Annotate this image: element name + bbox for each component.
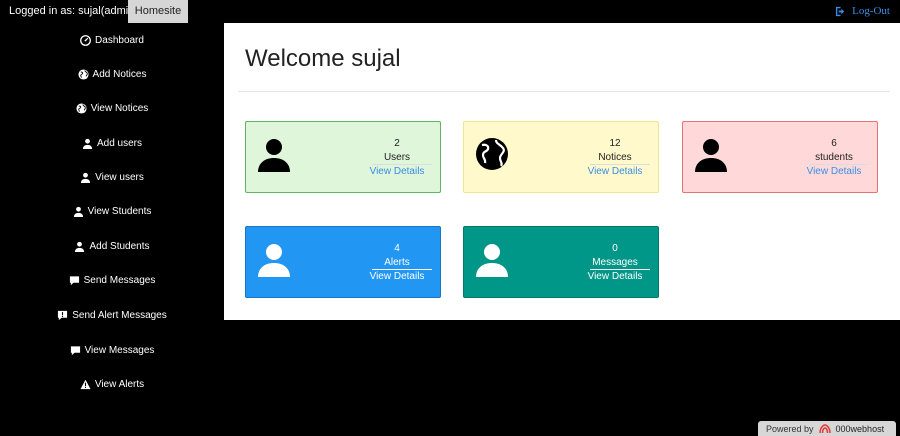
sidebar-item-send-messages[interactable]: Send Messages bbox=[0, 270, 224, 290]
sidebar-item-view-notices[interactable]: View Notices bbox=[0, 98, 224, 118]
messages-label: Messages bbox=[592, 257, 638, 268]
user-icon bbox=[81, 172, 91, 183]
messages-count: 0 bbox=[612, 243, 618, 254]
sidebar-item-add-users[interactable]: Add users bbox=[0, 133, 224, 153]
logout-label: Log-Out bbox=[852, 5, 890, 17]
sidebar-item-add-students[interactable]: Add Students bbox=[0, 236, 224, 256]
divider bbox=[809, 164, 869, 165]
users-count: 2 bbox=[394, 138, 400, 149]
divider bbox=[590, 164, 650, 165]
sidebar-item-label: Add Students bbox=[89, 240, 150, 252]
powered-by-label: Powered by bbox=[766, 423, 814, 434]
globe-icon bbox=[476, 138, 508, 170]
users-label: Users bbox=[383, 152, 411, 163]
homesite-button[interactable]: Homesite bbox=[128, 0, 188, 23]
top-bar: Logged in as: sujal(admin) Homesite Log-… bbox=[0, 0, 900, 23]
comment-icon bbox=[69, 275, 79, 285]
students-label: students bbox=[815, 152, 853, 163]
messages-view-details-link[interactable]: View Details bbox=[580, 271, 650, 282]
webhost-logo-icon bbox=[818, 423, 831, 433]
user-icon bbox=[73, 206, 83, 217]
divider bbox=[238, 91, 890, 92]
sidebar-item-view-alerts[interactable]: View Alerts bbox=[0, 374, 224, 394]
alerts-card: 4 Alerts View Details bbox=[245, 226, 441, 298]
sidebar-item-send-alert-messages[interactable]: Send Alert Messages bbox=[0, 305, 224, 325]
user-icon bbox=[258, 244, 290, 277]
sidebar-item-label: Send Messages bbox=[83, 274, 156, 286]
sidebar: Dashboard Add Notices View Notices Add u… bbox=[0, 23, 224, 436]
sidebar-item-label: Dashboard bbox=[95, 34, 144, 46]
divider bbox=[372, 164, 432, 165]
user-icon bbox=[75, 241, 85, 252]
notices-card: 12 Notices View Details bbox=[463, 121, 659, 193]
notices-label: Notices bbox=[598, 152, 632, 163]
divider bbox=[590, 269, 650, 270]
sidebar-item-label: View Alerts bbox=[94, 378, 145, 390]
sidebar-item-view-users[interactable]: View users bbox=[0, 167, 224, 187]
sidebar-item-label: View Students bbox=[87, 205, 152, 217]
students-count: 6 bbox=[831, 138, 837, 149]
sidebar-item-label: View Messages bbox=[84, 344, 155, 356]
sidebar-item-add-notices[interactable]: Add Notices bbox=[0, 64, 224, 84]
users-card: 2 Users View Details bbox=[245, 121, 441, 193]
brand-label: 000webhost bbox=[835, 423, 885, 434]
powered-by-badge[interactable]: Powered by 000webhost bbox=[758, 421, 896, 436]
user-icon bbox=[476, 244, 508, 277]
notices-count: 12 bbox=[609, 138, 621, 149]
page-title: Welcome sujal bbox=[245, 45, 401, 72]
alerts-label: Alerts bbox=[384, 257, 410, 268]
messages-card: 0 Messages View Details bbox=[463, 226, 659, 298]
user-icon bbox=[695, 139, 727, 172]
alert-comment-icon bbox=[58, 310, 68, 320]
main-content: Welcome sujal 2 Users View Details 12 No… bbox=[224, 23, 900, 320]
globe-icon bbox=[77, 68, 89, 80]
user-icon bbox=[258, 139, 290, 172]
students-view-details-link[interactable]: View Details bbox=[799, 166, 869, 177]
logout-link[interactable]: Log-Out bbox=[835, 5, 890, 17]
comment-icon bbox=[70, 345, 80, 355]
dashboard-icon bbox=[80, 34, 91, 46]
sidebar-item-label: Add users bbox=[96, 137, 143, 149]
sidebar-item-label: View Notices bbox=[90, 102, 149, 114]
users-view-details-link[interactable]: View Details bbox=[362, 166, 432, 177]
sidebar-item-view-students[interactable]: View Students bbox=[0, 201, 224, 221]
logout-icon bbox=[836, 6, 845, 16]
students-card: 6 students View Details bbox=[682, 121, 878, 193]
divider bbox=[372, 269, 432, 270]
sidebar-item-dashboard[interactable]: Dashboard bbox=[0, 30, 224, 50]
sidebar-item-label: Add Notices bbox=[92, 68, 147, 80]
logged-in-label: Logged in as: sujal(admin) bbox=[9, 5, 139, 17]
notices-view-details-link[interactable]: View Details bbox=[580, 166, 650, 177]
warning-icon bbox=[80, 379, 91, 389]
alerts-count: 4 bbox=[394, 243, 400, 254]
user-icon bbox=[82, 138, 93, 149]
globe-icon bbox=[76, 102, 87, 114]
alerts-view-details-link[interactable]: View Details bbox=[362, 271, 432, 282]
sidebar-item-label: View users bbox=[95, 171, 144, 183]
sidebar-item-view-messages[interactable]: View Messages bbox=[0, 340, 224, 360]
sidebar-item-label: Send Alert Messages bbox=[72, 309, 167, 321]
